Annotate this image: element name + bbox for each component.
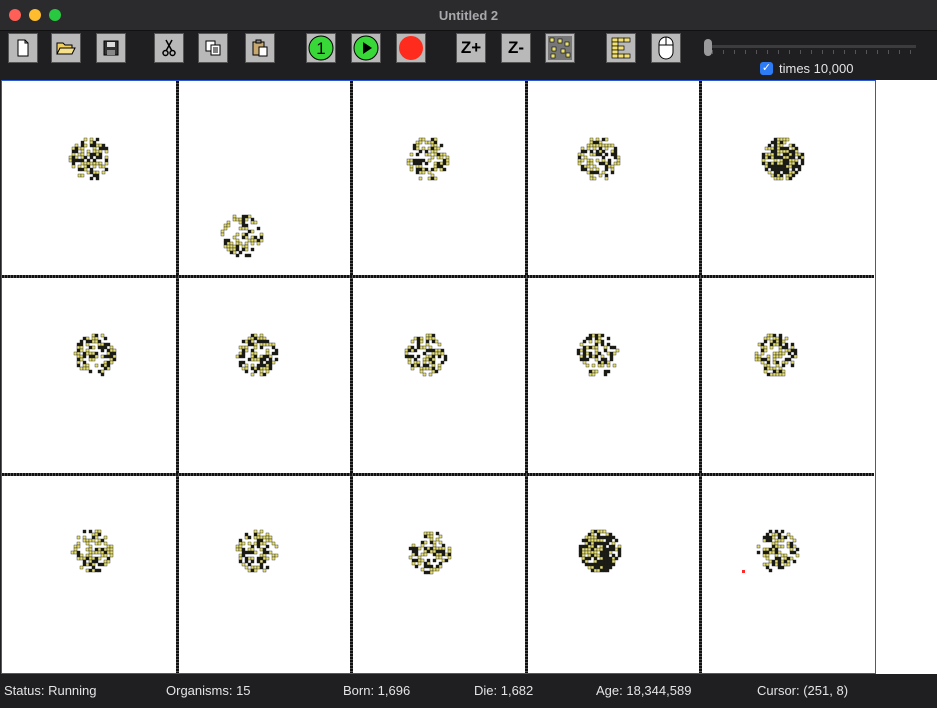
genome-grid-icon (611, 37, 631, 59)
organism[interactable] (576, 527, 624, 575)
grid-divider (699, 81, 702, 673)
organism[interactable] (754, 527, 802, 575)
edit-genome-button[interactable] (606, 33, 636, 63)
speed-slider-handle[interactable] (704, 39, 712, 56)
play-icon (353, 35, 379, 61)
step-one-icon: 1 (308, 35, 334, 61)
scatter-button[interactable] (545, 33, 575, 63)
status-bar: Status: Running Organisms: 15 Born: 1,69… (0, 674, 937, 708)
scissors-icon (162, 39, 176, 57)
toolbar: 1 Z+ Z- ✓ times 10,000 (0, 31, 937, 80)
step-one-button[interactable]: 1 (306, 33, 336, 63)
window-title: Untitled 2 (438, 8, 499, 23)
run-button[interactable] (351, 33, 381, 63)
side-panel (876, 80, 937, 674)
organism[interactable] (66, 135, 114, 183)
cursor-marker (742, 570, 745, 573)
mouse-icon (658, 36, 674, 60)
zoom-in-button[interactable]: Z+ (456, 33, 486, 63)
grid-divider (2, 275, 874, 278)
grid-divider (525, 81, 528, 673)
grid-divider (350, 81, 353, 673)
cut-button[interactable] (154, 33, 184, 63)
zoom-out-button[interactable]: Z- (501, 33, 531, 63)
save-button[interactable] (96, 33, 126, 63)
speed-slider-ticks (712, 50, 914, 54)
organism[interactable] (575, 135, 623, 183)
grid-divider (176, 81, 179, 673)
organisms-count: Organisms: 15 (166, 683, 251, 698)
floppy-disk-icon (103, 40, 119, 56)
organism[interactable] (71, 331, 119, 379)
organism[interactable] (752, 331, 800, 379)
copy-icon (205, 40, 221, 56)
folder-open-icon (56, 42, 76, 55)
organism[interactable] (404, 135, 452, 183)
born-count: Born: 1,696 (343, 683, 411, 698)
organism[interactable] (68, 527, 116, 575)
organism[interactable] (233, 331, 281, 379)
svg-text:1: 1 (316, 39, 325, 58)
clipboard-icon (252, 39, 268, 57)
grid-divider (2, 473, 874, 476)
zoom-out-icon: Z- (507, 38, 525, 57)
mouse-mode-button[interactable] (651, 33, 681, 63)
die-count: Die: 1,682 (474, 683, 534, 698)
times-checkbox-label: times 10,000 (779, 61, 854, 76)
paste-button[interactable] (245, 33, 275, 63)
status-text: Status: Running (4, 683, 97, 698)
title-bar: Untitled 2 (0, 0, 937, 31)
speed-slider-track (710, 45, 916, 48)
zoom-in-icon: Z+ (460, 38, 482, 57)
new-file-icon (17, 39, 29, 57)
organism[interactable] (574, 331, 622, 379)
times-checkbox-row[interactable]: ✓ times 10,000 (760, 61, 853, 76)
age-count: Age: 18,344,589 (596, 683, 692, 698)
organism[interactable] (406, 529, 454, 577)
organism[interactable] (233, 527, 281, 575)
new-file-button[interactable] (8, 33, 38, 63)
organism[interactable] (218, 212, 266, 260)
stop-icon (399, 36, 423, 60)
cursor-position: Cursor: (251, 8) (757, 683, 849, 698)
copy-button[interactable] (198, 33, 228, 63)
organism[interactable] (759, 135, 807, 183)
scatter-grid-icon (548, 36, 572, 60)
organism[interactable] (402, 331, 450, 379)
open-file-button[interactable] (51, 33, 81, 63)
speed-slider[interactable] (704, 39, 916, 56)
world-canvas[interactable] (1, 80, 876, 674)
times-checkbox[interactable]: ✓ (760, 62, 773, 75)
stop-button[interactable] (396, 33, 426, 63)
